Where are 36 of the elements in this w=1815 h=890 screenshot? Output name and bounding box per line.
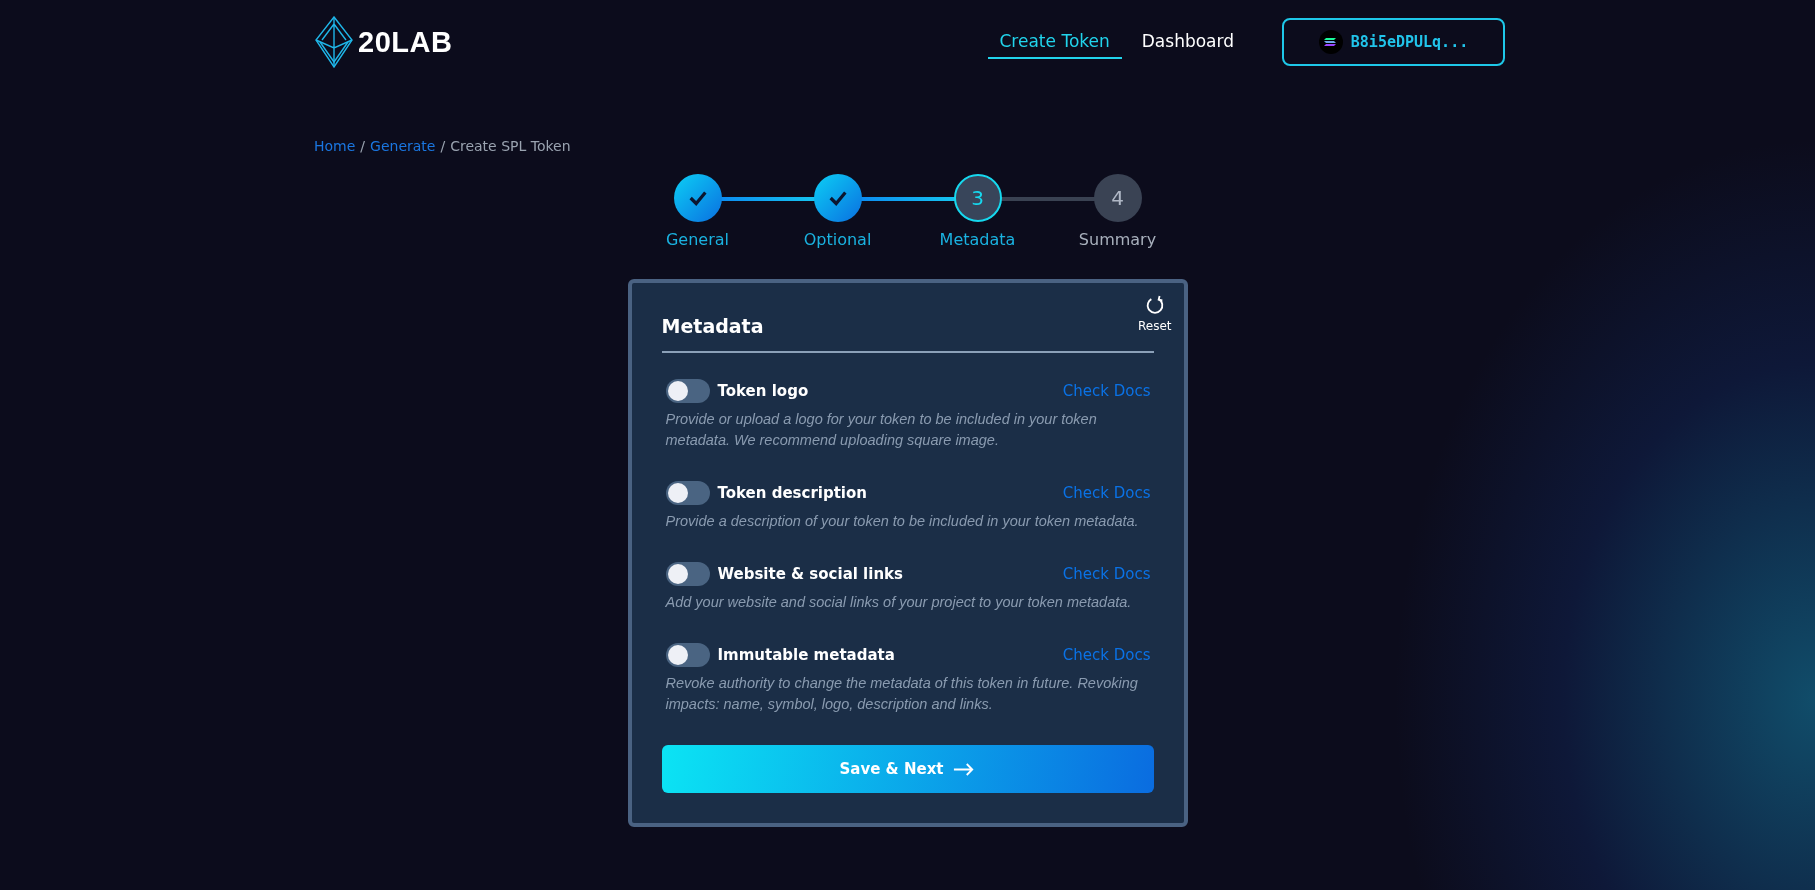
step-circle: 4 (1093, 174, 1142, 222)
breadcrumb-separator: / (360, 138, 366, 154)
option-label: Immutable metadata (717, 646, 895, 664)
breadcrumb-separator: / (440, 138, 446, 154)
nav-link[interactable]: Create Token (987, 25, 1122, 59)
docs-link[interactable]: Check Docs (1062, 382, 1151, 400)
option-description: Revoke authority to change the metadata of this token in future. Revoking impacts: name, symbol, logo, description and links. (665, 674, 1139, 714)
breadcrumb-link[interactable]: Generate (370, 138, 436, 154)
docs-link[interactable]: Check Docs (1062, 484, 1151, 502)
toggle-switch[interactable] (665, 643, 710, 667)
toggle-switch[interactable] (665, 562, 710, 586)
toggle-switch[interactable] (665, 379, 710, 403)
diamond-logo-icon[interactable] (314, 16, 354, 68)
breadcrumb-current-page: Create SPL Token (450, 138, 571, 154)
toggle-switch[interactable] (665, 481, 710, 505)
docs-link[interactable]: Check Docs (1062, 565, 1151, 583)
option-description: Provide or upload a logo for your token to be included in your token metadata. We recommend uploading square image. (665, 410, 1098, 450)
nav-link[interactable]: Dashboard (1129, 25, 1246, 59)
step-label: General (665, 230, 730, 249)
wallet-button[interactable]: B8i5eDPULq... (1282, 18, 1505, 66)
save-next-button[interactable]: Save & Next (661, 745, 1154, 793)
option-label: Website & social links (717, 565, 903, 583)
docs-link[interactable]: Check Docs (1062, 646, 1151, 664)
breadcrumb-link[interactable]: Home (314, 138, 356, 154)
logo-text[interactable]: 20LAB (358, 25, 453, 59)
reset-button[interactable]: Reset (1137, 295, 1172, 333)
step-circle: 3 (953, 174, 1002, 222)
option-label: Token description (717, 484, 867, 502)
step-label: Optional (803, 230, 872, 249)
option-description: Add your website and social links of your project to your token metadata. (665, 593, 1133, 612)
option-description: Provide a description of your token to be included in your token metadata. (665, 512, 1140, 531)
option-label: Token logo (717, 382, 809, 400)
coin-icon (1318, 30, 1343, 54)
step-label: Summary (1078, 230, 1157, 249)
step-label: Metadata (939, 230, 1016, 249)
arrow-right-icon (953, 762, 976, 776)
